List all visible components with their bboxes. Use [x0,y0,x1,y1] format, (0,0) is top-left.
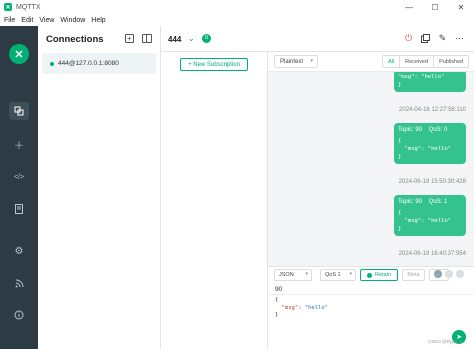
chevron-down-icon: ▾ [349,271,352,277]
more-options-icon[interactable]: ⋯ [454,33,465,44]
filter-tab-published[interactable]: Published [434,56,468,67]
publish-format-select[interactable]: JSON ▾ [274,269,312,281]
window-title: MQTTX [16,3,41,11]
payload-value: "hello" [304,304,328,311]
message-time: 2024-06-19 15:50:30:428 [398,179,466,185]
message-payload-line: { [398,210,402,216]
script-icon[interactable] [9,200,29,218]
message-payload-line: } [398,226,402,232]
publish-payload-editor[interactable]: { "msg": "hello" } [275,297,328,320]
maximize-button[interactable]: ☐ [422,0,448,14]
menu-window[interactable]: Window [60,17,85,24]
connection-label: 444@127.0.0.1:8080 [58,60,119,67]
history-nav: ← – → [434,270,464,278]
menu-file[interactable]: File [4,17,15,24]
info-icon[interactable] [9,306,29,324]
code-icon[interactable]: </> [9,168,29,186]
menu-view[interactable]: View [39,17,54,24]
divider [268,294,474,295]
chevron-down-icon: ▾ [310,58,313,64]
add-connection-plus-icon[interactable]: + [125,34,134,43]
message-payload-line: "msg": "hello" [398,218,451,224]
connections-nav-icon[interactable] [9,102,29,120]
payload-separator: : [298,304,305,311]
payload-format-value: Plaintext [280,58,304,65]
connection-name: 444 [168,35,182,44]
title-bar: ✕ MQTTX — ☐ ✕ [0,0,474,14]
chevron-down-icon: ▾ [305,271,308,277]
publish-format-value: JSON [279,272,294,278]
retain-label: Retain [375,272,391,278]
retain-toggle[interactable]: Retain [360,269,398,281]
connection-header: 444 ⌄ 0 ⏻ ✎ ⋯ [161,26,474,52]
menu-help[interactable]: Help [91,17,105,24]
edit-icon[interactable]: ✎ [437,33,448,44]
history-prev-icon[interactable]: – [445,270,453,278]
message-bubble: Topic: 90 QoS: 1 { "msg": "hello" } [394,195,466,236]
message-payload-line: "msg": "hello" [398,74,445,80]
meta-button[interactable]: Meta [402,269,425,281]
message-payload-line: { [398,138,402,144]
window-controls: — ☐ ✕ [396,0,474,14]
history-back-icon[interactable]: ← [434,270,442,278]
message-time: 2024-04-16 12:27:58:110 [399,107,466,113]
menu-bar: File Edit View Window Help [0,14,474,26]
minimize-button[interactable]: — [396,0,422,14]
connections-title: Connections [46,34,104,45]
message-payload-line: } [398,154,402,160]
mqttx-logo-icon: ✕ [9,44,29,64]
connection-item[interactable]: 444@127.0.0.1:8080 [42,53,156,74]
message-payload-line: } [398,82,402,88]
subscriptions-column: + New Subscription [161,52,268,349]
app-logo-icon: ✕ [4,3,12,11]
close-button[interactable]: ✕ [448,0,474,14]
menu-edit[interactable]: Edit [21,17,33,24]
message-payload-line: "msg": "hello" [398,146,451,152]
filter-tab-all[interactable]: All [383,56,401,67]
toggle-layout-icon[interactable] [142,34,152,43]
payload-key: "msg" [281,304,299,311]
rss-icon[interactable] [9,274,29,292]
gear-icon[interactable]: ⚙ [9,242,29,260]
qos-select[interactable]: QoS 1 ▾ [320,269,356,281]
filter-tab-received[interactable]: Received [400,56,435,67]
disconnect-power-icon[interactable]: ⏻ [403,33,414,44]
payload-format-select[interactable]: Plaintext ▾ [274,55,318,68]
message-count-badge: 0 [202,34,211,43]
publish-topic-input[interactable]: 90 [275,286,282,293]
retain-check-icon [367,272,373,278]
message-filter-tabs: All Received Published [382,55,470,68]
connections-panel: Connections + 444@127.0.0.1:8080 [38,26,161,349]
new-window-icon[interactable] [420,33,431,44]
connection-status-dot [50,61,54,66]
messages-toolbar: Plaintext ▾ All Received Published [268,52,474,72]
payload-close-brace: } [275,312,279,318]
chevron-down-icon[interactable]: ⌄ [188,34,195,43]
message-bubble: "msg": "hello" } [394,70,466,92]
messages-area: "msg": "hello" } 2024-04-16 12:27:58:110… [268,52,474,266]
history-next-icon[interactable]: → [456,270,464,278]
message-topic-line: Topic: 90 QoS: 1 [398,199,448,205]
left-nav: ✕ ＋ </> ⚙ [0,26,38,349]
message-time: 2024-06-19 16:40:37:954 [398,251,466,257]
qos-value: QoS 1 [325,272,341,278]
message-topic-line: Topic: 90 QoS: 0 [398,127,448,133]
watermark: CSDN @Ryan_h [428,339,463,344]
payload-open-brace: { [275,297,279,303]
new-connection-plus-icon[interactable]: ＋ [9,135,29,153]
message-bubble: Topic: 90 QoS: 0 { "msg": "hello" } [394,123,466,164]
new-subscription-button[interactable]: + New Subscription [180,58,248,71]
